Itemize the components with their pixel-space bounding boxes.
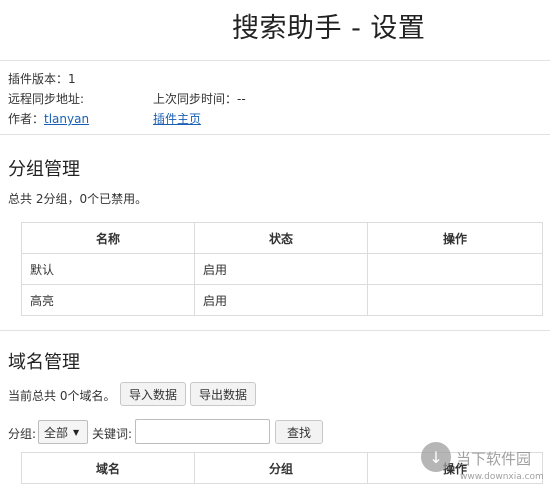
author-link[interactable]: tlanyan bbox=[44, 112, 89, 126]
group-name-cell: 默认 bbox=[21, 253, 195, 285]
last-sync-time: 上次同步时间：-- bbox=[153, 92, 246, 106]
author-row: 作者：tlanyan bbox=[8, 109, 89, 129]
table-header-row: 名称 状态 操作 bbox=[21, 222, 543, 254]
group-summary: 总共 2分组，0个已禁用。 bbox=[8, 192, 148, 206]
divider bbox=[0, 60, 550, 61]
domain-section-heading: 域名管理 bbox=[8, 352, 80, 373]
export-data-button[interactable]: 导出数据 bbox=[190, 382, 256, 406]
column-header-domain: 域名 bbox=[21, 452, 195, 484]
keyword-label: 关键词: bbox=[92, 427, 133, 441]
group-section-heading: 分组管理 bbox=[8, 159, 80, 180]
table-row: 高亮 启用 bbox=[21, 284, 543, 316]
group-action-cell bbox=[367, 284, 543, 316]
page-title: 搜索助手 - 设置 bbox=[232, 13, 426, 44]
divider bbox=[0, 330, 550, 331]
remote-sync-url-label: 远程同步地址: bbox=[8, 92, 85, 106]
group-status-cell: 启用 bbox=[194, 253, 368, 285]
keyword-input[interactable] bbox=[135, 419, 270, 444]
chevron-down-icon: ▼ bbox=[73, 427, 80, 437]
group-filter-select[interactable]: 全部 ▼ bbox=[38, 420, 88, 444]
domain-summary: 当前总共 0个域名。 bbox=[8, 389, 116, 403]
author-label: 作者： bbox=[8, 112, 45, 126]
column-header-group: 分组 bbox=[194, 452, 368, 484]
group-filter-value: 全部 bbox=[44, 425, 69, 440]
column-header-status: 状态 bbox=[194, 222, 368, 254]
divider bbox=[0, 134, 550, 135]
plugin-homepage-link[interactable]: 插件主页 bbox=[153, 112, 201, 126]
watermark-logo-icon: ↓ bbox=[421, 442, 451, 472]
watermark-text: 当下软件园 bbox=[456, 450, 532, 468]
column-header-action: 操作 bbox=[367, 222, 543, 254]
group-filter-label: 分组: bbox=[8, 427, 37, 441]
watermark-url: www.downxia.com bbox=[460, 472, 544, 482]
plugin-version: 插件版本：1 bbox=[8, 72, 76, 86]
import-data-button[interactable]: 导入数据 bbox=[120, 382, 186, 406]
group-status-cell: 启用 bbox=[194, 284, 368, 316]
group-table: 名称 状态 操作 默认 启用 高亮 启用 bbox=[21, 222, 543, 316]
plugin-homepage-row: 插件主页 bbox=[153, 109, 201, 129]
table-row: 默认 启用 bbox=[21, 253, 543, 285]
group-name-cell: 高亮 bbox=[21, 284, 195, 316]
search-button[interactable]: 查找 bbox=[275, 420, 323, 444]
column-header-name: 名称 bbox=[21, 222, 195, 254]
group-action-cell bbox=[367, 253, 543, 285]
